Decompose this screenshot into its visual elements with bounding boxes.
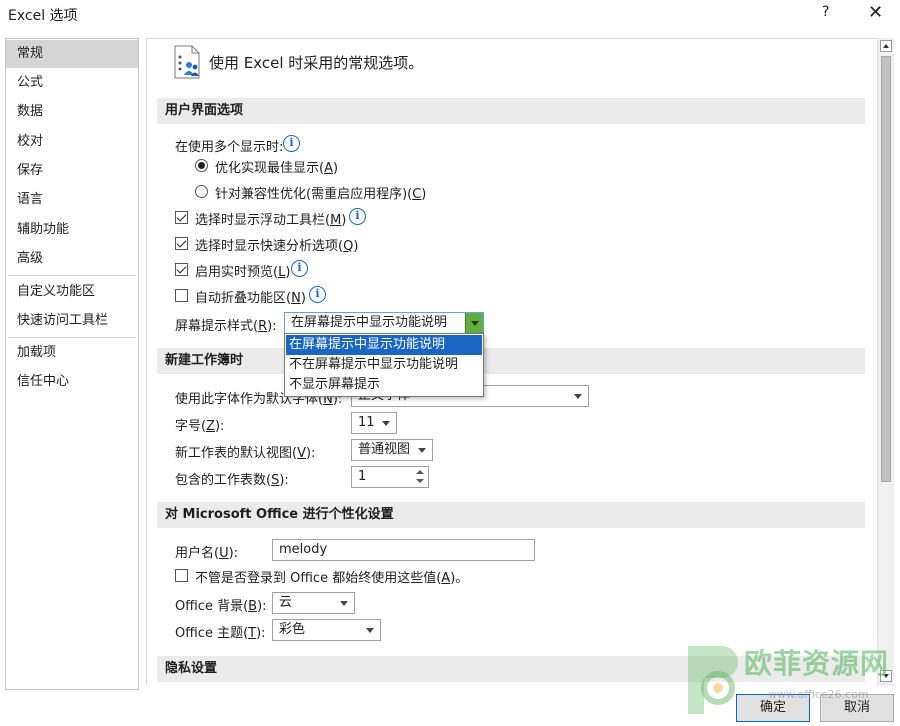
scrollbar-thumb[interactable] (881, 56, 891, 482)
dialog-body: 常规 公式 数据 校对 保存 语言 辅助功能 高级 自定义功能区 快速访问工具栏… (0, 30, 900, 726)
sidebar-item-accessibility[interactable]: 辅助功能 (6, 216, 138, 244)
info-icon[interactable]: i (283, 135, 300, 152)
info-icon[interactable]: i (291, 260, 308, 277)
sidebar-item-data[interactable]: 数据 (6, 98, 138, 126)
options-content: 使用 Excel 时采用的常规选项。 用户界面选项 在使用多个显示时: i 优化… (146, 38, 877, 686)
checkbox-quick-analysis-label[interactable]: 选择时显示快速分析选项(Q) (195, 235, 358, 254)
spin-buttons[interactable] (412, 467, 428, 487)
sidebar-item-general[interactable]: 常规 (6, 40, 138, 68)
office-background-label: Office 背景(B): (175, 599, 267, 614)
chevron-down-icon[interactable] (416, 479, 424, 483)
page-title: 使用 Excel 时采用的常规选项。 (209, 54, 424, 72)
chevron-down-icon (366, 628, 374, 633)
options-sidebar: 常规 公式 数据 校对 保存 语言 辅助功能 高级 自定义功能区 快速访问工具栏… (5, 38, 139, 690)
sheet-count-label: 包含的工作表数(S): (175, 473, 289, 488)
radio-compatibility[interactable] (195, 185, 208, 198)
font-size-label: 字号(Z): (175, 419, 225, 434)
checkbox-mini-toolbar[interactable] (175, 211, 188, 224)
sidebar-item-advanced[interactable]: 高级 (6, 245, 138, 273)
checkbox-live-preview[interactable] (175, 263, 188, 276)
section-privacy: 隐私设置 (157, 656, 865, 682)
office-theme-select[interactable]: 彩色 (272, 619, 381, 641)
screentip-style-select[interactable]: 在屏幕提示中显示功能说明 (284, 312, 484, 334)
sidebar-item-customize-ribbon[interactable]: 自定义功能区 (6, 278, 138, 306)
multi-display-label: 在使用多个显示时: (175, 140, 284, 155)
chevron-down-icon (574, 394, 582, 399)
close-button[interactable]: ✕ (868, 2, 883, 23)
dropdown-option[interactable]: 在屏幕提示中显示功能说明 (286, 335, 482, 355)
screentip-style-value: 在屏幕提示中显示功能说明 (291, 315, 448, 330)
sidebar-divider (8, 337, 136, 338)
sidebar-item-save[interactable]: 保存 (6, 157, 138, 185)
username-label: 用户名(U): (175, 546, 239, 561)
radio-optimize-display-label[interactable]: 优化实现最佳显示(A) (215, 157, 338, 176)
cancel-button[interactable]: 取消 (820, 694, 894, 722)
section-new-workbook: 新建工作簿时 (157, 348, 865, 374)
chevron-down-icon (418, 448, 426, 453)
info-icon[interactable]: i (349, 208, 366, 225)
checkbox-always-use-values[interactable] (175, 569, 188, 582)
chevron-up-icon[interactable] (416, 470, 424, 474)
username-input[interactable]: melody (272, 539, 535, 561)
sidebar-item-quick-access-toolbar[interactable]: 快速访问工具栏 (6, 307, 138, 335)
section-personalize: 对 Microsoft Office 进行个性化设置 (157, 502, 865, 528)
checkbox-always-use-values-label[interactable]: 不管是否登录到 Office 都始终使用这些值(A)。 (195, 567, 468, 586)
checkbox-collapse-ribbon-label[interactable]: 自动折叠功能区(N) (195, 287, 306, 306)
sidebar-item-formulas[interactable]: 公式 (6, 69, 138, 97)
settings-people-icon (174, 45, 200, 79)
sidebar-item-language[interactable]: 语言 (6, 186, 138, 214)
default-view-select[interactable]: 普通视图 (351, 439, 433, 461)
checkbox-live-preview-label[interactable]: 启用实时预览(L) (195, 261, 290, 280)
dropdown-option[interactable]: 不显示屏幕提示 (286, 375, 482, 395)
info-icon[interactable]: i (309, 286, 326, 303)
screentip-style-dropdown: 在屏幕提示中显示功能说明 不在屏幕提示中显示功能说明 不显示屏幕提示 (284, 333, 484, 397)
font-size-select[interactable]: 11 (351, 412, 397, 434)
sidebar-divider (8, 275, 136, 276)
radio-optimize-display[interactable] (195, 159, 208, 172)
scroll-down-icon[interactable] (880, 670, 892, 682)
dropdown-option[interactable]: 不在屏幕提示中显示功能说明 (286, 355, 482, 375)
ok-button[interactable]: 确定 (736, 694, 810, 722)
section-ui-options: 用户界面选项 (157, 98, 865, 124)
title-bar: Excel 选项 ? ✕ (0, 0, 900, 30)
office-theme-label: Office 主题(T): (175, 626, 266, 641)
help-button[interactable]: ? (822, 4, 829, 20)
sheet-count-stepper[interactable]: 1 (351, 466, 429, 488)
window-title: Excel 选项 (8, 8, 78, 24)
content-scrollbar[interactable] (877, 38, 894, 686)
chevron-down-icon[interactable] (465, 313, 483, 333)
default-view-label: 新工作表的默认视图(V): (175, 446, 316, 461)
sidebar-item-proofing[interactable]: 校对 (6, 128, 138, 156)
chevron-down-icon (382, 421, 390, 426)
sidebar-item-trust-center[interactable]: 信任中心 (6, 368, 138, 396)
office-background-select[interactable]: 云 (272, 592, 355, 614)
radio-compatibility-label[interactable]: 针对兼容性优化(需重启应用程序)(C) (215, 183, 426, 202)
checkbox-quick-analysis[interactable] (175, 237, 188, 250)
checkbox-collapse-ribbon[interactable] (175, 289, 188, 302)
chevron-down-icon (340, 601, 348, 606)
scroll-up-icon[interactable] (880, 40, 892, 52)
screentip-style-label: 屏幕提示样式(R): (175, 319, 277, 334)
checkbox-mini-toolbar-label[interactable]: 选择时显示浮动工具栏(M) (195, 209, 346, 228)
sidebar-item-add-ins[interactable]: 加载项 (6, 339, 138, 367)
